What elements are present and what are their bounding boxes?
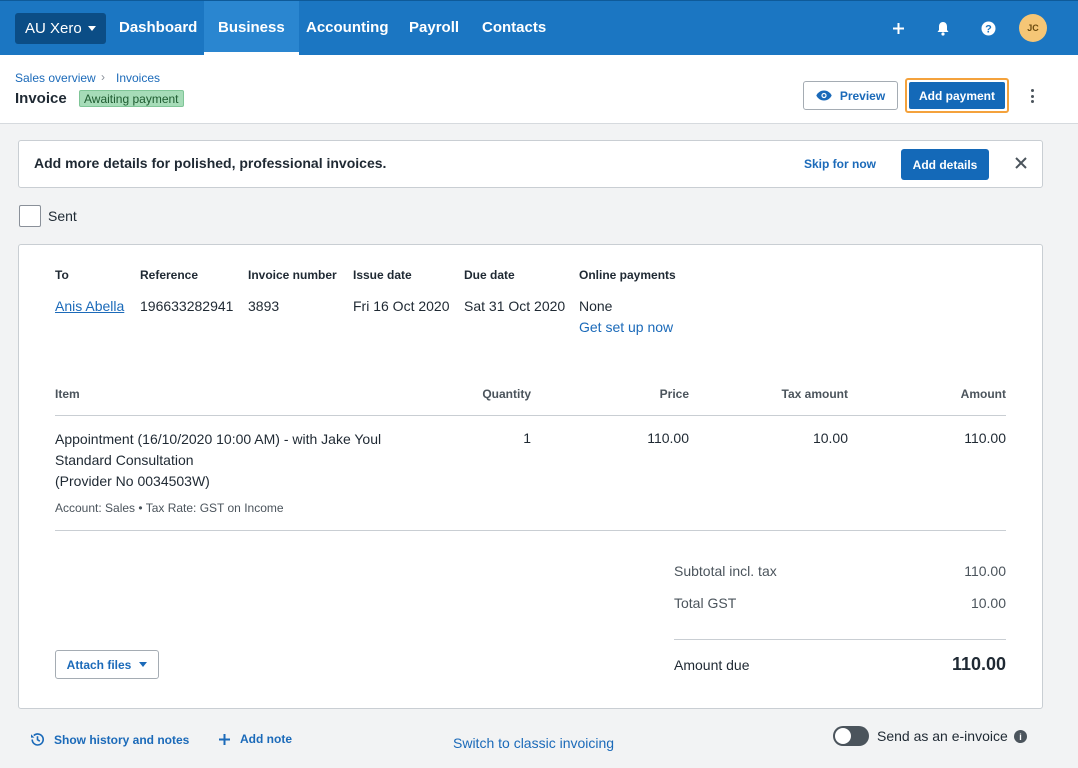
amount-due-label: Amount due bbox=[674, 657, 750, 673]
col-amount: Amount bbox=[960, 387, 1006, 401]
help-icon[interactable]: ? bbox=[977, 17, 999, 39]
nav-accounting[interactable]: Accounting bbox=[306, 1, 389, 55]
contact-link[interactable]: Anis Abella bbox=[55, 298, 124, 314]
bell-icon[interactable] bbox=[932, 17, 954, 39]
preview-button[interactable]: Preview bbox=[803, 81, 898, 110]
row-account-info: Account: Sales • Tax Rate: GST on Income bbox=[55, 501, 284, 515]
item-line-3: (Provider No 0034503W) bbox=[55, 473, 210, 489]
breadcrumb-separator: › bbox=[101, 70, 105, 84]
e-invoice-toggle[interactable] bbox=[833, 726, 869, 746]
col-price: Price bbox=[659, 387, 689, 401]
col-tax-amount: Tax amount bbox=[781, 387, 848, 401]
gst-label: Total GST bbox=[674, 595, 737, 611]
org-switcher[interactable]: AU Xero bbox=[15, 13, 106, 44]
preview-label: Preview bbox=[839, 88, 886, 103]
eye-icon bbox=[816, 90, 832, 101]
invoice-number-label: Invoice number bbox=[248, 268, 337, 282]
issue-date-value: Fri 16 Oct 2020 bbox=[353, 298, 450, 314]
svg-text:?: ? bbox=[985, 23, 992, 35]
plus-icon bbox=[219, 733, 230, 745]
breadcrumb-sales-overview[interactable]: Sales overview bbox=[15, 71, 96, 85]
table-row-divider bbox=[55, 530, 1006, 531]
chevron-down-icon bbox=[139, 662, 148, 667]
status-badge: Awaiting payment bbox=[79, 90, 184, 107]
invoice-number-value: 3893 bbox=[248, 298, 280, 314]
totals-divider bbox=[674, 639, 1006, 640]
nav-business[interactable]: Business bbox=[204, 1, 299, 55]
attach-files-label: Attach files bbox=[66, 657, 132, 672]
col-quantity: Quantity bbox=[482, 387, 531, 401]
amount-due-value: 110.00 bbox=[951, 654, 1006, 674]
reference-label: Reference bbox=[140, 268, 199, 282]
due-date-label: Due date bbox=[464, 268, 515, 282]
attach-files-button[interactable]: Attach files bbox=[55, 650, 159, 679]
row-tax: 10.00 bbox=[812, 430, 848, 446]
row-amount: 110.00 bbox=[964, 430, 1006, 446]
issue-date-label: Issue date bbox=[353, 268, 412, 282]
to-label: To bbox=[55, 268, 69, 282]
close-icon[interactable] bbox=[1012, 153, 1030, 173]
online-payments-label: Online payments bbox=[579, 268, 676, 282]
breadcrumb-invoices[interactable]: Invoices bbox=[116, 71, 160, 85]
switch-classic-link[interactable]: Switch to classic invoicing bbox=[453, 735, 614, 751]
history-icon bbox=[31, 733, 44, 746]
row-quantity: 1 bbox=[523, 430, 531, 446]
nav-contacts[interactable]: Contacts bbox=[482, 1, 546, 55]
get-set-up-link[interactable]: Get set up now bbox=[579, 319, 673, 335]
e-invoice-label: Send as an e-invoice bbox=[877, 728, 1008, 744]
sent-label: Sent bbox=[48, 208, 77, 224]
table-row: Appointment (16/10/2020 10:00 AM) - with… bbox=[55, 429, 415, 492]
item-line-1: Appointment (16/10/2020 10:00 AM) - with… bbox=[55, 431, 382, 447]
nav-payroll[interactable]: Payroll bbox=[409, 1, 459, 55]
sent-checkbox[interactable] bbox=[19, 205, 41, 227]
add-note-label: Add note bbox=[240, 732, 292, 746]
add-note-button[interactable]: Add note bbox=[218, 732, 292, 746]
reference-value: 196633282941 bbox=[140, 298, 234, 314]
add-payment-focus-ring: Add payment bbox=[905, 78, 1009, 113]
skip-for-now-link[interactable]: Skip for now bbox=[804, 157, 876, 171]
col-item: Item bbox=[55, 387, 80, 401]
invoice-card: To Reference Invoice number Issue date D… bbox=[18, 244, 1043, 709]
add-details-button[interactable]: Add details bbox=[901, 149, 989, 180]
banner-text: Add more details for polished, professio… bbox=[34, 155, 387, 171]
subtotal-label: Subtotal incl. tax bbox=[674, 563, 777, 579]
more-options-icon[interactable] bbox=[1024, 86, 1040, 106]
nav-dashboard[interactable]: Dashboard bbox=[119, 1, 197, 55]
avatar[interactable]: JC bbox=[1019, 14, 1047, 42]
chevron-down-icon bbox=[87, 26, 96, 31]
add-payment-button[interactable]: Add payment bbox=[909, 82, 1005, 109]
show-history-button[interactable]: Show history and notes bbox=[30, 732, 189, 747]
info-icon[interactable]: i bbox=[1014, 730, 1027, 743]
org-name: AU Xero bbox=[25, 20, 82, 37]
item-line-2: Standard Consultation bbox=[55, 452, 194, 468]
page-title: Invoice bbox=[15, 90, 67, 107]
due-date-value: Sat 31 Oct 2020 bbox=[464, 298, 566, 314]
page-header: Sales overview › Invoices Invoice Awaiti… bbox=[0, 55, 1078, 124]
show-history-label: Show history and notes bbox=[54, 732, 190, 747]
subtotal-value: 110.00 bbox=[964, 563, 1006, 579]
top-navigation: AU Xero Dashboard Business Accounting Pa… bbox=[0, 0, 1078, 55]
row-price: 110.00 bbox=[647, 430, 689, 446]
table-header-divider bbox=[55, 415, 1006, 416]
promo-banner: Add more details for polished, professio… bbox=[18, 140, 1043, 188]
gst-value: 10.00 bbox=[970, 595, 1006, 611]
online-payments-value: None bbox=[579, 298, 613, 314]
plus-icon[interactable] bbox=[887, 17, 909, 39]
